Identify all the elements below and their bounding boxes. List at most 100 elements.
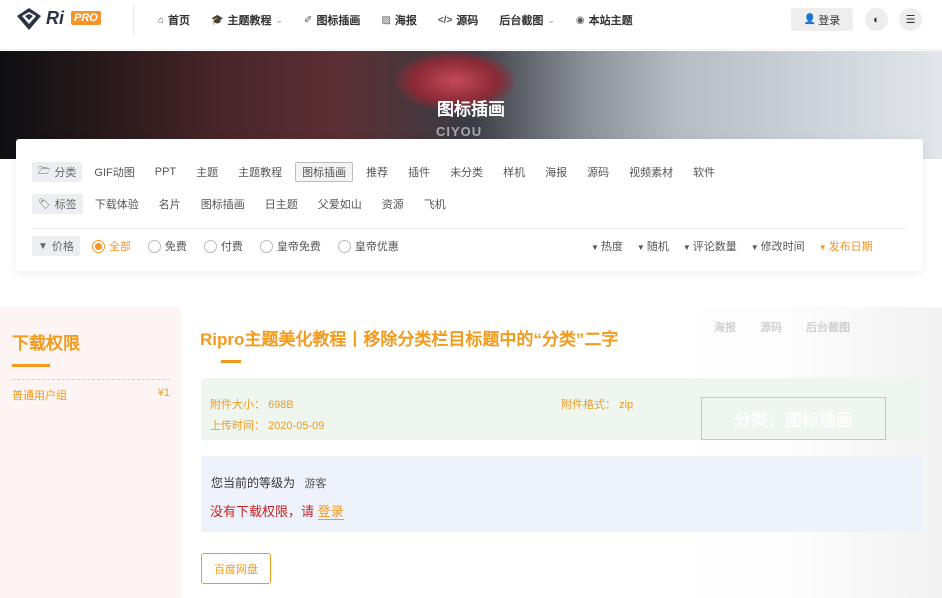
category-option[interactable]: 源码 (587, 164, 609, 180)
filter-divider (32, 228, 907, 229)
tag-option[interactable]: 资源 (382, 196, 404, 212)
login-link[interactable]: 登录 (317, 504, 344, 520)
price-radio[interactable]: 皇帝优惠 (337, 238, 399, 254)
tag-option[interactable]: 图标插画 (201, 196, 245, 212)
nav-item-4[interactable]: </> 源码 (438, 12, 478, 28)
sidebar-divider (12, 379, 170, 380)
category-option[interactable]: 样机 (503, 164, 525, 180)
logo-pro-badge: PRO (71, 11, 101, 25)
price-radio-label: 皇帝免费 (276, 241, 321, 253)
tag-option[interactable]: 飞机 (424, 196, 446, 212)
sidebar-title: 下载权限 (12, 334, 80, 353)
site-logo[interactable]: Ri PRO (16, 7, 106, 31)
sort-option-label: 随机 (646, 241, 669, 253)
category-option[interactable]: PPT (155, 166, 176, 178)
nav-item-3[interactable]: ▨ 海报 (381, 12, 416, 28)
user-icon: 👤 (803, 14, 817, 25)
filter-panel: 🗁 分类 GIF动图 PPT 主题 主题教程 图标插画 推荐 插件 未分类 样机 海报 源码 视频素材… (16, 139, 923, 271)
logo-diamond-icon (17, 8, 41, 30)
caret-down-icon: ▼ (636, 243, 645, 252)
code-icon: </> (437, 14, 453, 26)
user-level-value: 游客 (304, 478, 327, 490)
category-filter-row: 🗁 分类 GIF动图 PPT 主题 主题教程 图标插画 推荐 插件 未分类 样机 海报 源码 视频素材… (32, 161, 735, 183)
category-option[interactable]: 推荐 (366, 164, 388, 180)
nav-item-6[interactable]: ◉ 本站主题 (576, 12, 633, 28)
nav-item-5[interactable]: 后台截图 ⌄ (499, 12, 555, 28)
attachment-format: 附件格式： zip (561, 399, 634, 411)
category-option[interactable]: 海报 (545, 164, 567, 180)
sort-option[interactable]: ▼ 热度 (591, 238, 623, 254)
login-button[interactable]: 👤 登录 (791, 8, 853, 31)
tag-option[interactable]: 名片 (159, 196, 181, 212)
nav-item-label: 主题教程 (227, 15, 272, 27)
tag-icon: 🏷 (38, 198, 51, 210)
caret-down-icon: ▼ (750, 243, 759, 252)
price-radio-label: 皇帝优惠 (354, 241, 399, 253)
category-option[interactable]: 主题教程 (238, 164, 282, 180)
tag-option[interactable]: 父爱如山 (318, 196, 362, 212)
brush-icon: ✐ (304, 14, 313, 26)
category-option[interactable]: 主题 (196, 164, 218, 180)
permission-row: 普通用户组 ¥1 (12, 387, 170, 403)
radio-circle (259, 239, 273, 253)
nav-item-1[interactable]: 🎓 主题教程 ⌄ (211, 12, 283, 28)
radio-circle (337, 239, 351, 253)
nav-item-2[interactable]: ✐ 图标插画 (304, 12, 360, 28)
price-label: ▼ 价格 (32, 236, 80, 256)
post-title: Ripro主题美化教程丨移除分类栏目标题中的“分类”二字 (200, 330, 619, 349)
ghost-nav-item: 源码 (760, 322, 782, 334)
hero-watermark: CIYOU (436, 124, 483, 139)
category-option[interactable]: 未分类 (450, 164, 483, 180)
sort-option-label: 发布日期 (828, 241, 873, 253)
folder-icon: 🗁 (38, 165, 51, 177)
nav-item-label: 本站主题 (588, 15, 633, 27)
upload-time: 上传时间： 2020-05-09 (210, 420, 325, 432)
background-ghost-nav: 海报 源码 后台截图 (714, 319, 874, 335)
contrast-icon: ◐ (873, 13, 880, 26)
sort-option[interactable]: ▼ 修改时间 (751, 238, 805, 254)
price-radio[interactable]: 免费 (147, 238, 187, 254)
sort-option[interactable]: ▼ 发布日期 (819, 238, 873, 254)
tag-option[interactable]: 日主题 (265, 196, 298, 212)
radio-circle (91, 239, 105, 253)
main-nav: ⌂ 首页 🎓 主题教程 ⌄ ✐ 图标插画 ▨ 海报 </> 源码 后台截图 ⌄ ◉ 本站主题 (158, 0, 654, 40)
sort-option[interactable]: ▼ 随机 (637, 238, 669, 254)
nav-item-label: 首页 (168, 15, 191, 27)
background-ghost-title: 分类：图标插画 (701, 397, 886, 440)
sort-option-label: 热度 (600, 241, 623, 253)
radio-circle (147, 239, 161, 253)
sort-option[interactable]: ▼ 评论数量 (683, 238, 737, 254)
category-label: 🗁 分类 (32, 162, 83, 182)
download-permission-sidebar: 下载权限 普通用户组 ¥1 (0, 307, 181, 598)
nav-item-label: 源码 (456, 15, 479, 27)
sort-option-label: 修改时间 (760, 241, 805, 253)
category-option[interactable]: 软件 (693, 164, 715, 180)
baidu-pan-download-button[interactable]: 百度网盘 (201, 553, 271, 584)
permission-box (201, 456, 923, 532)
site-header: Ri PRO ⌂ 首页 🎓 主题教程 ⌄ ✐ 图标插画 ▨ 海报 </> 源码 后台截图 ⌄ ◉ 本站主题 … (0, 0, 942, 50)
nav-item-label: 海报 (394, 15, 417, 27)
price-radio[interactable]: 全部 (91, 238, 131, 254)
category-option[interactable]: 视频素材 (629, 164, 673, 180)
menu-icon: ☰ (905, 14, 916, 26)
sort-option-label: 评论数量 (692, 241, 737, 253)
tag-option[interactable]: 下载体验 (95, 196, 139, 212)
logo-text: Ri (46, 8, 64, 28)
category-option[interactable]: 插件 (408, 164, 430, 180)
theme-toggle-button[interactable]: ◐ (865, 8, 888, 31)
menu-button[interactable]: ☰ (899, 8, 922, 31)
price-radio[interactable]: 付费 (203, 238, 243, 254)
category-option[interactable]: 图标插画 (295, 162, 354, 182)
tag-label: 🏷 标签 (32, 194, 83, 214)
chevron-down-icon: ⌄ (547, 14, 555, 25)
sort-options: ▼ 热度 ▼ 随机 ▼ 评论数量 ▼ 修改时间 ▼ 发布日期 (591, 236, 873, 256)
price-radio[interactable]: 皇帝免费 (259, 238, 321, 254)
price-filter-row: ▼ 价格 全部 免费 付费 皇帝免费 皇帝优惠 (32, 235, 416, 257)
graduation-cap-icon: 🎓 (211, 14, 224, 26)
ghost-nav-item: 海报 (714, 322, 736, 334)
category-option[interactable]: GIF动图 (94, 164, 134, 180)
hero-title: 图标插画 (437, 100, 505, 119)
price-radio-label: 付费 (220, 241, 243, 253)
nav-item-0[interactable]: ⌂ 首页 (158, 12, 190, 28)
no-permission-message: 没有下载权限，请 登录 (210, 504, 344, 520)
